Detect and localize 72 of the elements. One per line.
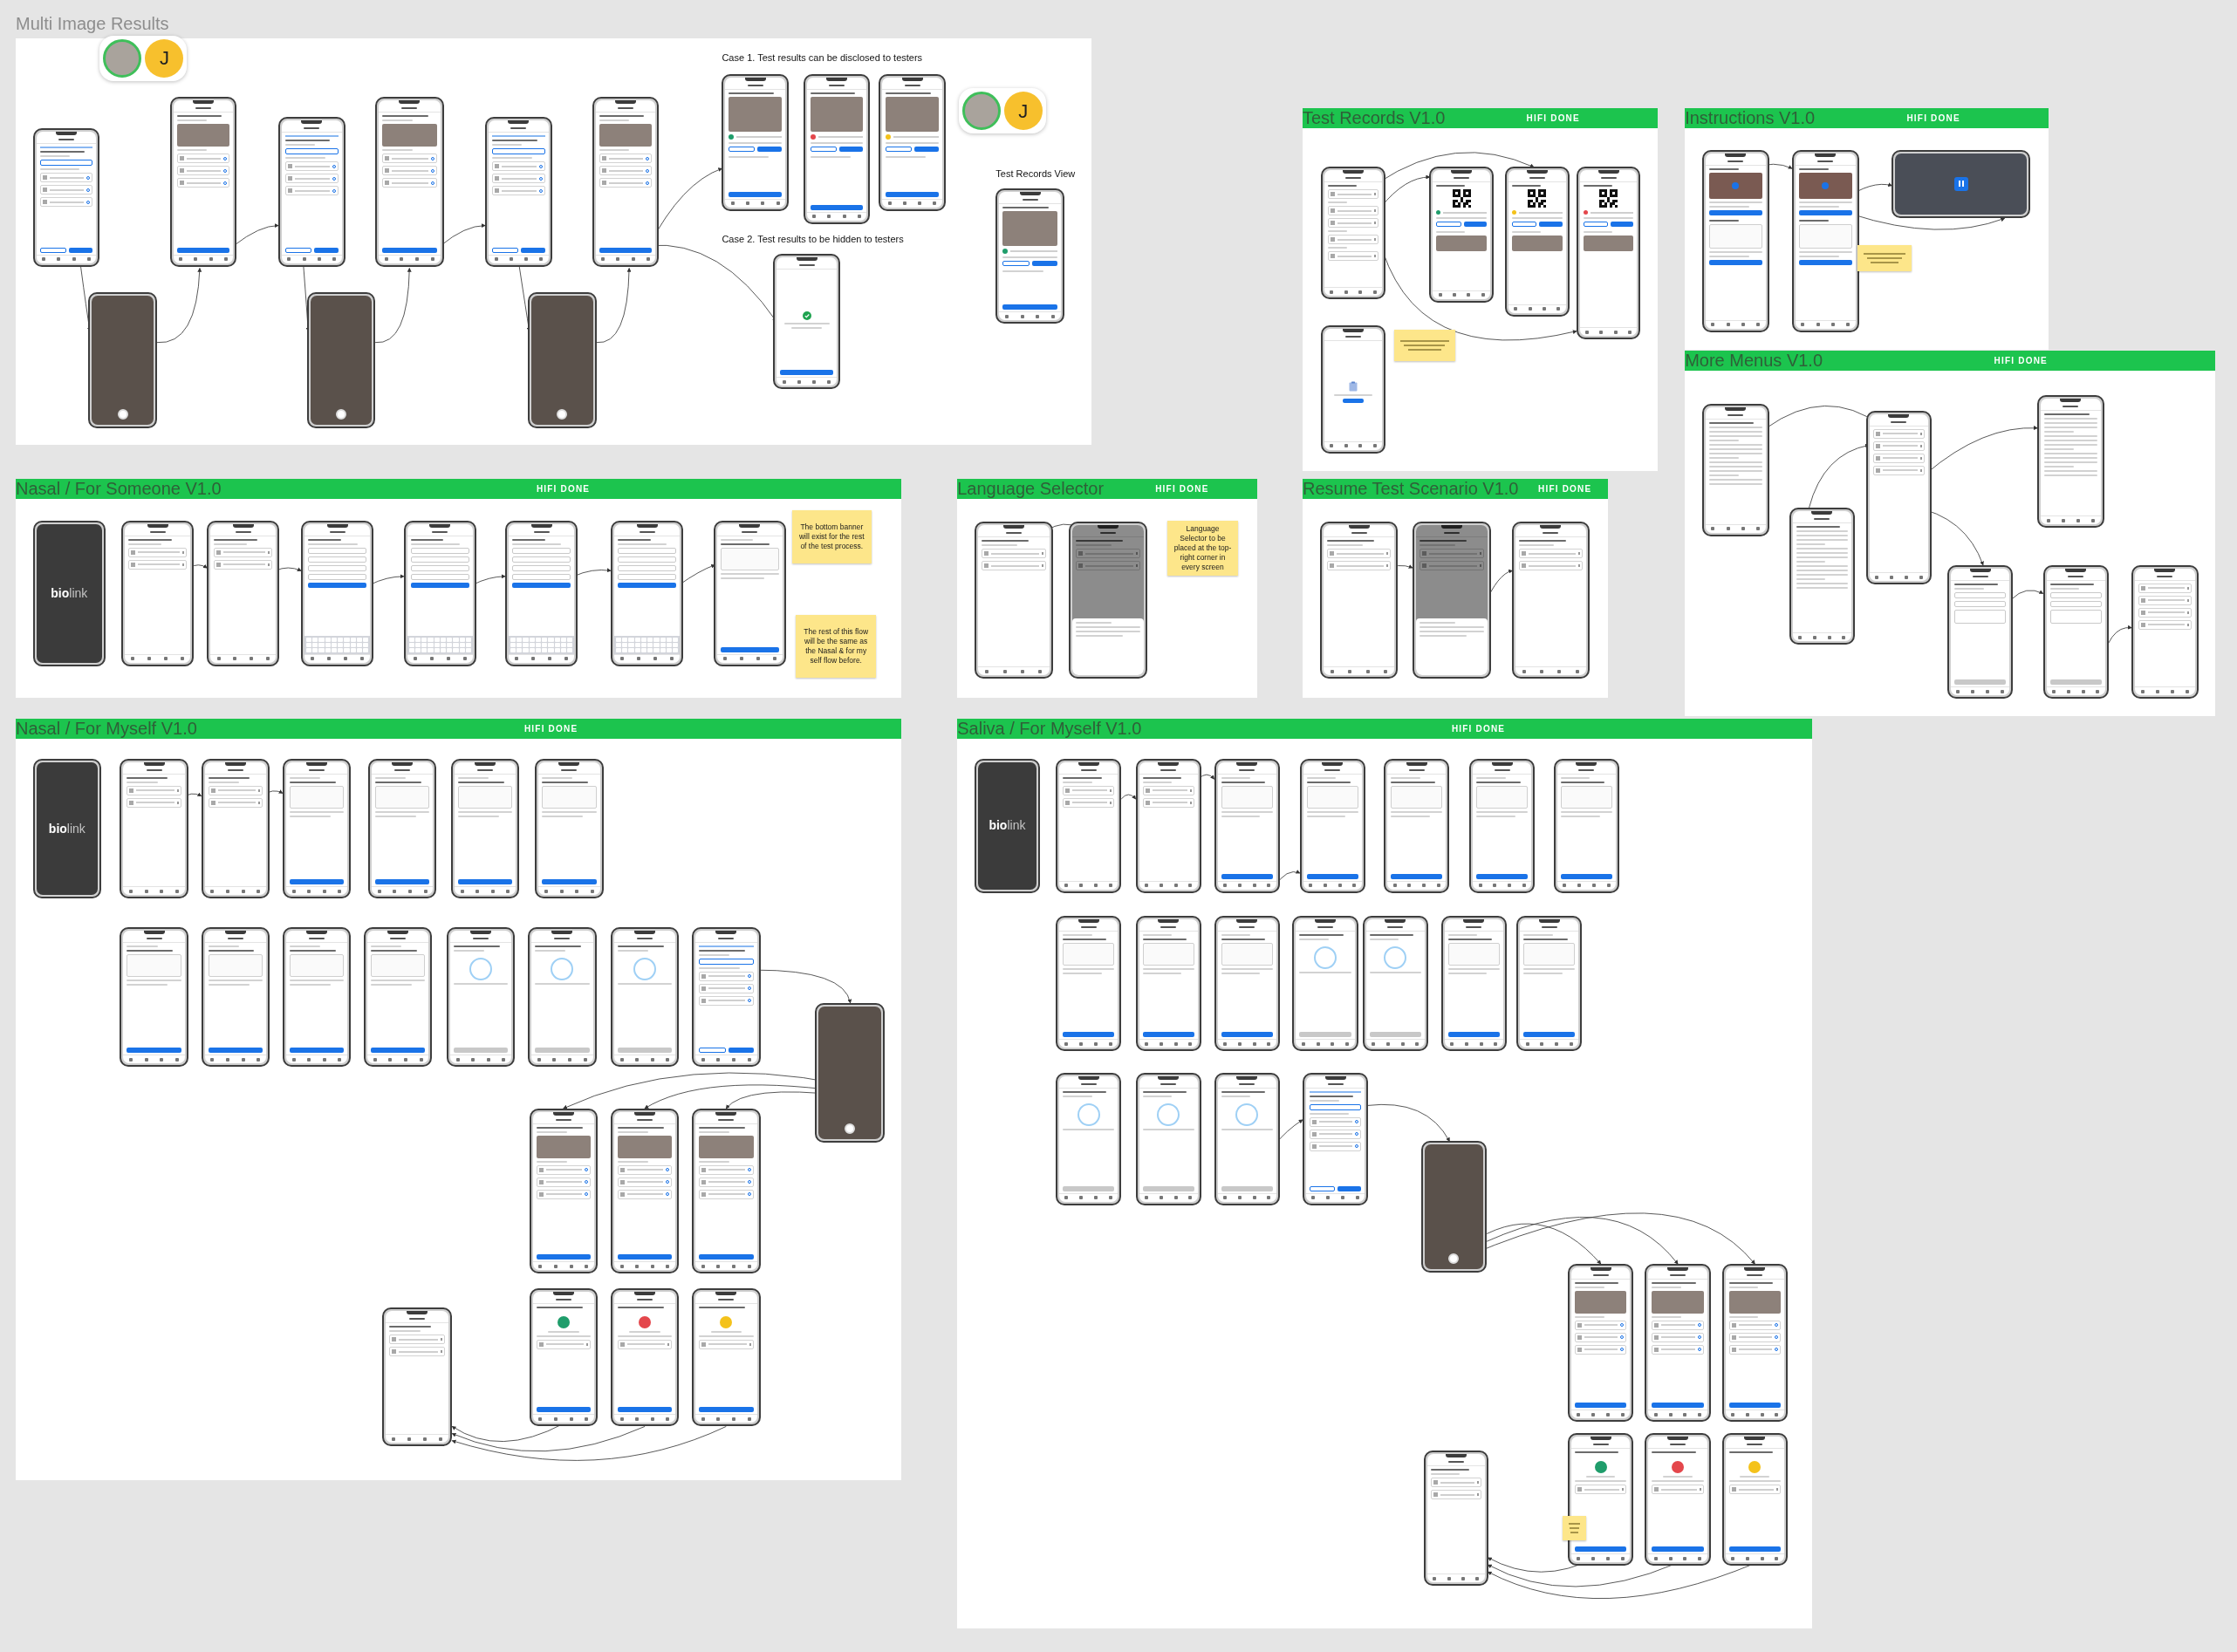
illustration-placeholder xyxy=(370,953,426,977)
caption-text: Case 1. Test results can be disclosed to testers xyxy=(722,52,923,65)
section-title: Instructions V1.0 xyxy=(1685,108,1816,129)
illustration-placeholder xyxy=(1221,785,1273,809)
illustration-placeholder xyxy=(289,953,345,977)
status-text: HIFI DONE xyxy=(1451,723,1506,736)
video-thumbnail-placeholder xyxy=(1798,172,1852,199)
illustration-placeholder xyxy=(1798,223,1852,249)
photo-placeholder xyxy=(810,97,864,132)
avatar-placeholder xyxy=(103,38,142,78)
illustration-placeholder xyxy=(1523,942,1576,966)
section-title: Test Records V1.0 xyxy=(1302,108,1446,129)
note-text: Language Selector to be placed at the top-right corner in every screen xyxy=(1173,523,1233,572)
section-title: Multi Image Results xyxy=(16,14,169,34)
note-text: The rest of this flow will be the same as the Nasal & for my self flow before. xyxy=(803,626,870,666)
photo-placeholder xyxy=(1583,236,1634,252)
illustration-placeholder xyxy=(457,785,513,809)
illustration-placeholder xyxy=(1142,942,1194,966)
illustration-placeholder xyxy=(542,785,597,809)
user-avatar: J xyxy=(1003,92,1043,131)
illustration-placeholder xyxy=(1447,942,1500,966)
status-text: HIFI DONE xyxy=(1538,483,1592,496)
photo-placeholder xyxy=(1575,1290,1627,1314)
photo-placeholder xyxy=(382,124,437,147)
photo-placeholder xyxy=(176,124,230,147)
photo-placeholder xyxy=(1652,1290,1704,1314)
caption-text: Case 2. Test results to be hidden to testers xyxy=(722,234,904,246)
section-title: Resume Test Scenario V1.0 xyxy=(1302,479,1519,500)
photo-placeholder xyxy=(599,124,653,147)
status-text: HIFI DONE xyxy=(1906,113,1960,126)
status-text: HIFI DONE xyxy=(1155,483,1209,496)
status-text: HIFI DONE xyxy=(536,483,591,496)
status-text: HIFI DONE xyxy=(1994,355,2048,368)
caption-text: Test Records View xyxy=(995,167,1076,180)
illustration-placeholder xyxy=(374,785,430,809)
illustration-placeholder xyxy=(720,547,779,570)
status-text: HIFI DONE xyxy=(523,723,578,736)
photo-placeholder xyxy=(1512,236,1563,252)
section-title: Nasal / For Myself V1.0 xyxy=(16,719,197,740)
photo-placeholder xyxy=(536,1135,592,1158)
status-text: HIFI DONE xyxy=(1526,113,1580,126)
illustration-placeholder xyxy=(127,953,181,977)
photo-placeholder xyxy=(699,1135,754,1158)
section-title: Nasal / For Someone V1.0 xyxy=(16,479,222,500)
section-title: More Menus V1.0 xyxy=(1685,351,1823,372)
photo-placeholder xyxy=(1002,210,1057,246)
illustration-placeholder xyxy=(1221,942,1273,966)
illustration-placeholder xyxy=(1306,785,1358,809)
illustration-placeholder xyxy=(1708,223,1762,249)
sticky-note xyxy=(1393,329,1455,361)
photo-placeholder xyxy=(729,97,783,132)
illustration-placeholder xyxy=(208,953,263,977)
photo-placeholder xyxy=(617,1135,673,1158)
illustration-placeholder xyxy=(289,785,345,809)
photo-placeholder xyxy=(886,97,940,132)
logo-text: biolink xyxy=(51,584,88,602)
logo-text: biolink xyxy=(989,817,1026,835)
sticky-note xyxy=(1857,245,1912,271)
illustration-placeholder xyxy=(1560,785,1612,809)
user-avatar: J xyxy=(145,38,184,78)
sticky-note xyxy=(1562,1516,1587,1540)
section-title: Language Selector xyxy=(957,479,1105,500)
avatar-placeholder xyxy=(961,92,1001,131)
logo-text: biolink xyxy=(48,820,86,837)
photo-placeholder xyxy=(1436,236,1488,252)
section-title: Saliva / For Myself V1.0 xyxy=(957,719,1142,740)
illustration-placeholder xyxy=(1476,785,1529,809)
video-thumbnail-placeholder xyxy=(1708,172,1762,199)
photo-placeholder xyxy=(1728,1290,1781,1314)
illustration-placeholder xyxy=(1063,942,1115,966)
illustration-placeholder xyxy=(1391,785,1443,809)
note-text: The bottom banner will exist for the rest of the test process. xyxy=(798,522,865,552)
